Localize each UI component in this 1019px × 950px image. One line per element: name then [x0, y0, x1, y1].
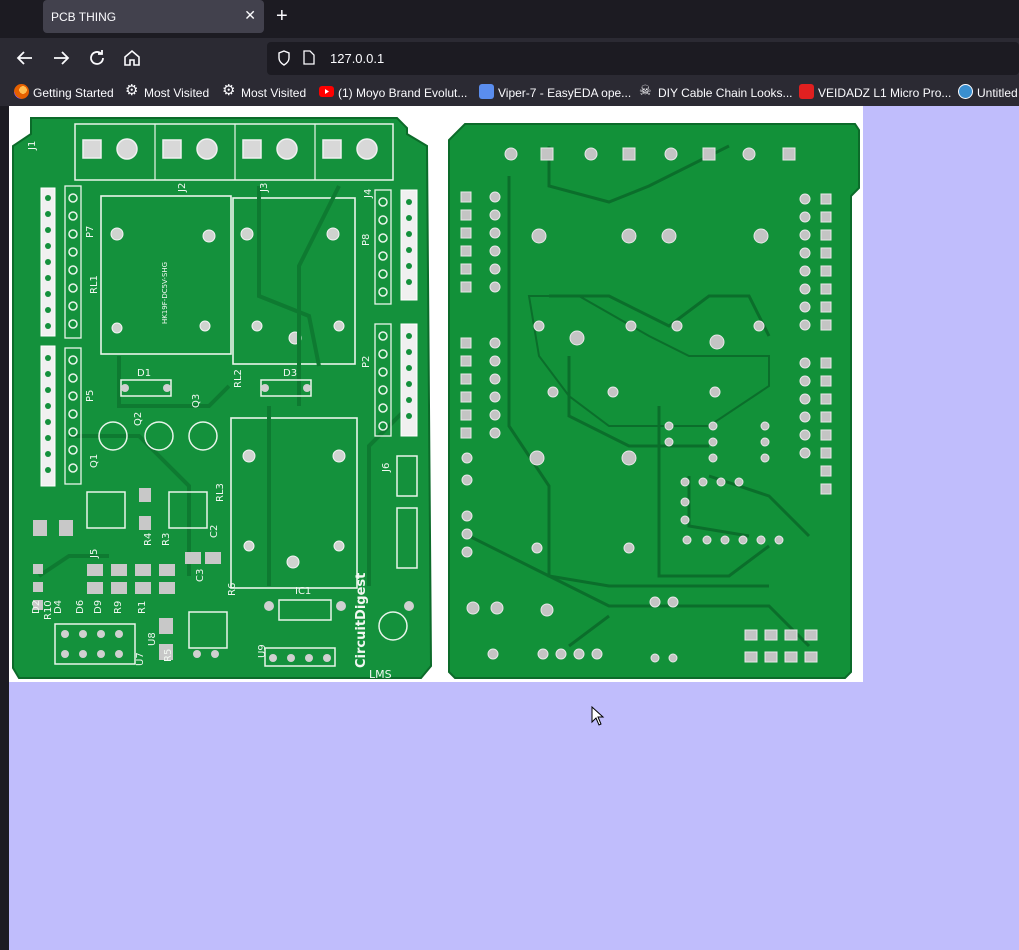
pcb-image: J1 J2 J3 J4 P7 P8 P5 P2 RL1 RL2 RL3 Q1 Q…	[9, 106, 863, 682]
close-icon[interactable]: ✕	[244, 7, 256, 23]
bookmark-label: Getting Started	[33, 86, 114, 100]
silk-c3: C3	[195, 569, 206, 582]
silk-r5: R5	[163, 649, 174, 662]
silk-r1: R1	[137, 601, 148, 614]
easyeda-icon	[479, 84, 494, 99]
silk-q2: Q2	[133, 412, 144, 426]
silk-c2: C2	[209, 525, 220, 538]
pcb-top-side: J1 J2 J3 J4 P7 P8 P5 P2 RL1 RL2 RL3 Q1 Q…	[12, 117, 433, 681]
silk-d2: D2	[31, 600, 42, 614]
silk-q3: Q3	[191, 394, 202, 408]
pcb-bottom-side	[448, 123, 860, 679]
navigation-toolbar: 127.0.0.1	[0, 38, 1019, 78]
url-text[interactable]: 127.0.0.1	[330, 51, 384, 66]
url-bar[interactable]: 127.0.0.1	[267, 42, 1019, 75]
reload-icon	[90, 50, 104, 65]
cart-icon	[799, 84, 814, 99]
page-content: J1 J2 J3 J4 P7 P8 P5 P2 RL1 RL2 RL3 Q1 Q…	[9, 106, 1019, 950]
new-tab-button[interactable]: +	[276, 5, 288, 27]
silk-d6: D6	[75, 600, 86, 614]
silk-u8: U8	[147, 632, 158, 646]
silk-d1: D1	[137, 368, 151, 379]
silk-d3: D3	[283, 368, 297, 379]
youtube-icon	[319, 86, 334, 97]
wordpress-icon	[958, 84, 973, 99]
back-arrow-icon	[16, 51, 32, 65]
silk-r3: R3	[161, 533, 172, 546]
skull-icon: ☠	[639, 82, 652, 98]
bookmark-label: DIY Cable Chain Looks...	[658, 86, 793, 100]
gear-icon: ⚙	[125, 82, 139, 99]
silk-j2: J2	[177, 183, 188, 193]
home-button[interactable]	[120, 46, 144, 70]
reload-button[interactable]	[85, 46, 109, 70]
mouse-cursor-icon	[591, 706, 605, 726]
silk-q1: Q1	[89, 454, 100, 468]
silk-ic1: IC1	[295, 586, 311, 597]
silk-rl1: RL1	[89, 275, 100, 294]
bookmarks-toolbar: Getting Started ⚙ Most Visited ⚙ Most Vi…	[0, 78, 1019, 106]
bookmark-label: VEIDADZ L1 Micro Pro...	[818, 86, 952, 100]
bookmark-label: Viper-7 - EasyEDA ope...	[498, 86, 632, 100]
silk-p5: P5	[85, 390, 96, 402]
forward-button[interactable]	[49, 46, 73, 70]
silk-brand: CircuitDigest	[354, 573, 369, 668]
shield-icon[interactable]	[277, 50, 291, 66]
silk-lms: LMS	[369, 668, 392, 681]
silk-d4: D4	[53, 600, 64, 614]
silk-r10: R10	[43, 600, 54, 620]
silk-j4: J4	[363, 189, 374, 199]
silk-p2: P2	[361, 356, 372, 368]
tab-title: PCB THING	[51, 10, 117, 24]
forward-arrow-icon	[54, 51, 70, 65]
silk-u7: U7	[135, 652, 146, 666]
pcb-photo: J1 J2 J3 J4 P7 P8 P5 P2 RL1 RL2 RL3 Q1 Q…	[9, 106, 863, 682]
silk-j6: J6	[381, 463, 392, 473]
tab-strip: PCB THING ✕ +	[0, 0, 1019, 36]
bookmark-label: Most Visited	[241, 86, 307, 100]
silk-r9: R9	[113, 601, 124, 614]
silk-u9: U9	[257, 644, 268, 658]
silk-r4: R4	[143, 533, 154, 546]
silk-j5: J5	[89, 549, 100, 559]
silk-rl3: RL3	[215, 483, 226, 502]
silk-j3: J3	[259, 183, 270, 193]
home-icon	[124, 49, 140, 66]
bookmark-label: Untitled	[977, 86, 1018, 100]
firefox-icon	[14, 84, 29, 99]
silk-r6: R6	[227, 583, 238, 596]
bookmark-label: (1) Moyo Brand Evolut...	[338, 86, 468, 100]
page-icon	[303, 50, 315, 65]
back-button[interactable]	[13, 46, 37, 70]
silk-d9: D9	[93, 600, 104, 614]
silk-rl2: RL2	[233, 369, 244, 388]
silk-relay-part: HK19F-DC5V-SHG	[161, 262, 169, 324]
gear-icon: ⚙	[222, 82, 236, 99]
bookmark-label: Most Visited	[144, 86, 210, 100]
silk-p7: P7	[85, 226, 96, 238]
active-tab[interactable]: PCB THING ✕	[43, 0, 264, 33]
silk-j1: J1	[27, 141, 38, 151]
silk-p8: P8	[361, 234, 372, 246]
